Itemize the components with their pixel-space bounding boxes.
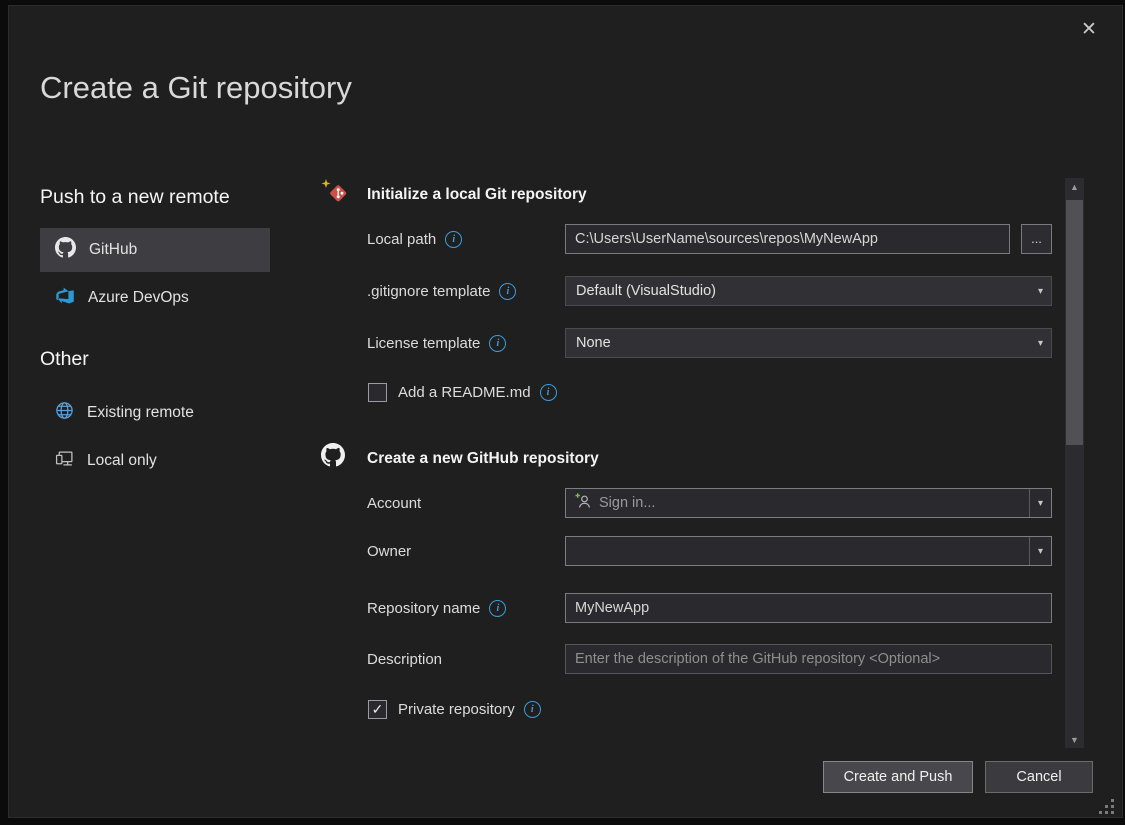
info-icon: i	[489, 335, 506, 352]
github-icon	[55, 237, 76, 263]
owner-label: Owner	[367, 536, 411, 566]
github-section-icon	[321, 443, 345, 472]
sidebar-item-existing-remote[interactable]: Existing remote	[40, 392, 270, 434]
info-icon: i	[445, 231, 462, 248]
scroll-up-icon[interactable]: ▲	[1065, 178, 1084, 195]
init-section-header: Initialize a local Git repository	[367, 186, 587, 204]
license-label: License template i	[367, 328, 506, 358]
computer-icon	[55, 449, 74, 473]
sidebar-item-azure-devops[interactable]: Azure DevOps	[40, 276, 270, 320]
gitignore-selected-value: Default (VisualStudio)	[576, 283, 716, 299]
info-icon: i	[499, 283, 516, 300]
scrollbar-thumb[interactable]	[1066, 200, 1083, 445]
owner-combo[interactable]: ▾	[565, 536, 1052, 566]
chevron-down-icon: ▾	[1038, 338, 1043, 349]
sidebar-item-label: Local only	[87, 452, 157, 470]
cancel-button[interactable]: Cancel	[985, 761, 1093, 793]
repo-name-label: Repository name i	[367, 593, 506, 623]
sidebar-header-push: Push to a new remote	[40, 186, 230, 209]
readme-label: Add a README.md i	[398, 377, 557, 407]
gitignore-dropdown[interactable]: Default (VisualStudio) ▾	[565, 276, 1052, 306]
description-label: Description	[367, 644, 442, 674]
repo-name-input[interactable]	[565, 593, 1052, 623]
gitignore-label: .gitignore template i	[367, 276, 516, 306]
chevron-down-icon: ▾	[1038, 286, 1043, 297]
scrollbar[interactable]: ▲ ▼	[1065, 178, 1084, 748]
close-icon[interactable]: ✕	[1074, 14, 1104, 44]
sidebar-item-label: Azure DevOps	[88, 289, 189, 307]
account-label: Account	[367, 488, 421, 518]
local-path-input[interactable]	[565, 224, 1010, 254]
git-init-icon	[320, 178, 352, 213]
info-icon: i	[489, 600, 506, 617]
license-selected-value: None	[576, 335, 611, 351]
resize-grip[interactable]	[1098, 798, 1116, 821]
create-and-push-button[interactable]: Create and Push	[823, 761, 973, 793]
sidebar-item-label: Existing remote	[87, 404, 194, 422]
sidebar-item-local-only[interactable]: Local only	[40, 440, 270, 482]
info-icon: i	[540, 384, 557, 401]
checkmark-icon: ✓	[372, 701, 384, 718]
license-dropdown[interactable]: None ▾	[565, 328, 1052, 358]
create-git-repo-dialog: ✕ Create a Git repository Push to a new …	[0, 0, 1125, 825]
readme-checkbox[interactable]	[368, 383, 387, 402]
private-repo-label: Private repository i	[398, 694, 541, 724]
sidebar-item-label: GitHub	[89, 241, 137, 259]
account-value: Sign in...	[599, 495, 655, 511]
sidebar-item-github[interactable]: GitHub	[40, 228, 270, 272]
globe-icon	[55, 401, 74, 425]
chevron-down-icon: ▾	[1029, 489, 1051, 517]
github-section-header: Create a new GitHub repository	[367, 450, 599, 468]
account-combo[interactable]: Sign in... ▾	[565, 488, 1052, 518]
private-repo-checkbox[interactable]: ✓	[368, 700, 387, 719]
info-icon: i	[524, 701, 541, 718]
azure-devops-icon	[55, 286, 75, 311]
browse-button[interactable]: ...	[1021, 224, 1052, 254]
page-title: Create a Git repository	[40, 70, 352, 106]
local-path-label: Local path i	[367, 224, 462, 254]
chevron-down-icon: ▾	[1029, 537, 1051, 565]
scroll-down-icon[interactable]: ▼	[1065, 731, 1084, 748]
description-input[interactable]	[565, 644, 1052, 674]
sign-in-person-icon	[574, 492, 592, 514]
sidebar-header-other: Other	[40, 348, 89, 371]
